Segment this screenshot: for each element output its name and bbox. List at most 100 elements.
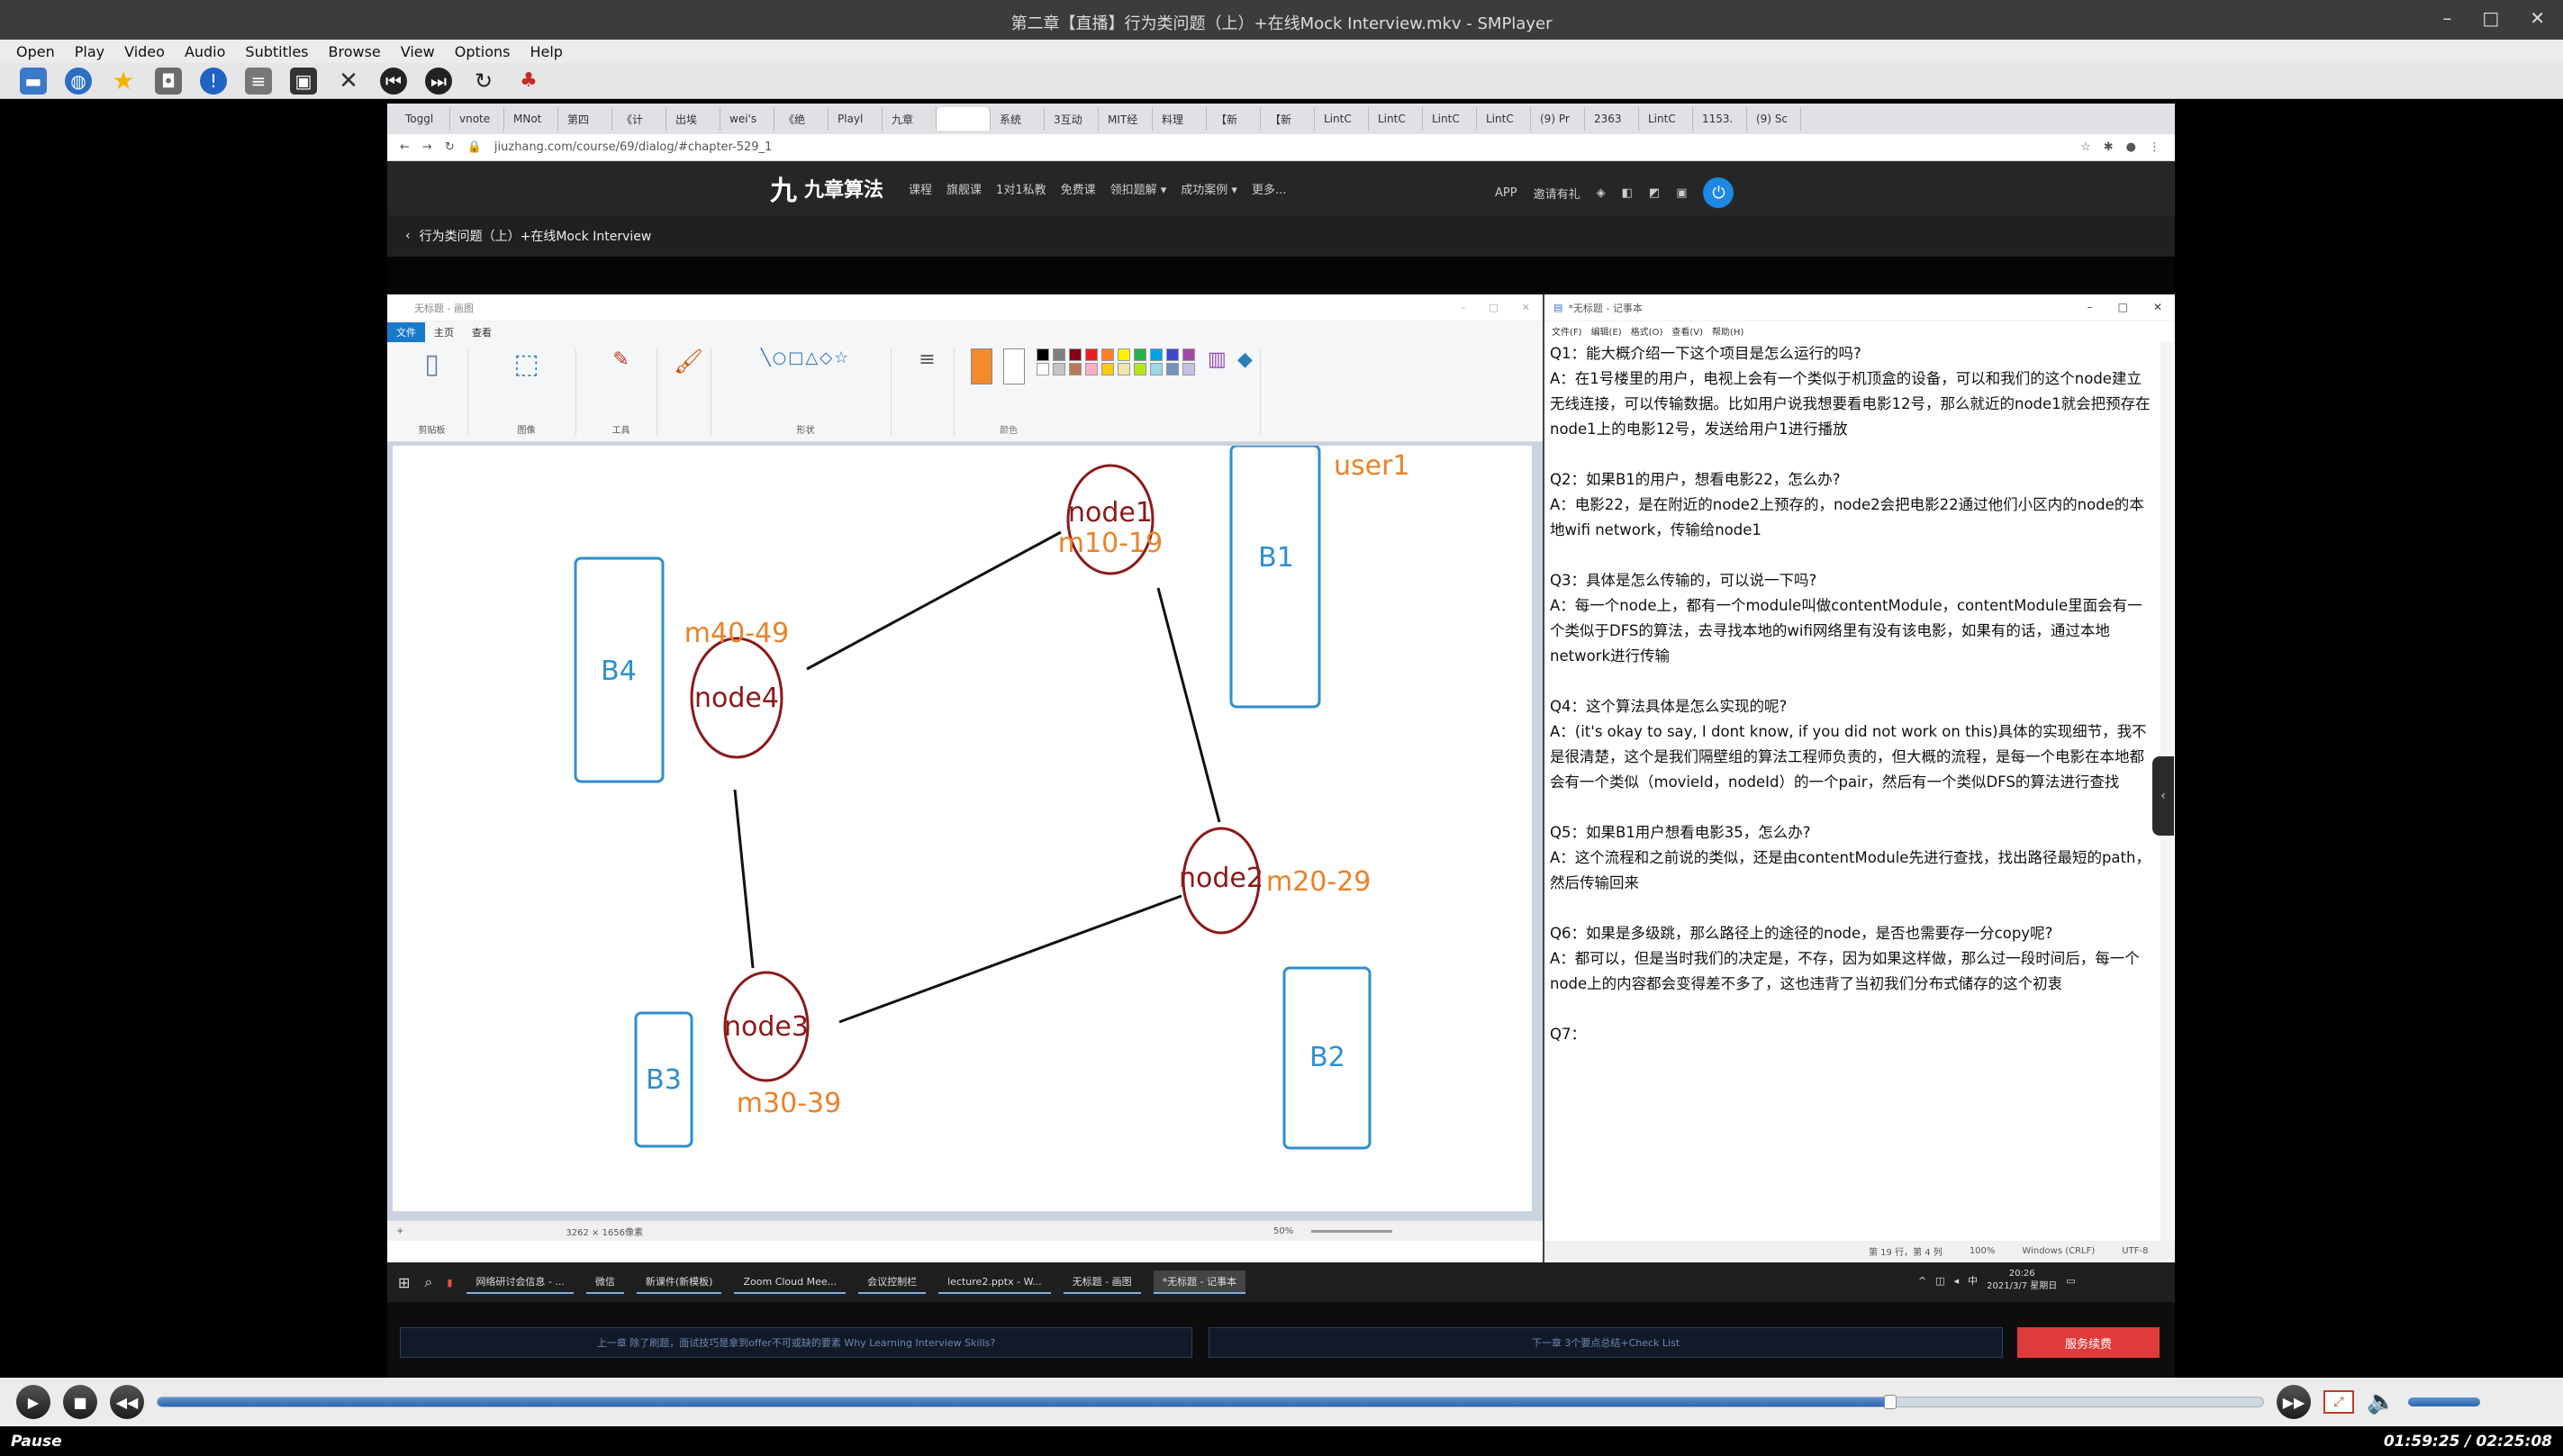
fullscreen-icon[interactable]: ⤢: [2323, 1390, 2354, 1414]
browser-tab[interactable]: 【新: [1207, 107, 1261, 131]
notepad-menu-item[interactable]: 文件(F): [1552, 324, 1582, 338]
browser-tab[interactable]: (9) Pr: [1531, 107, 1585, 131]
palette-swatch[interactable]: [1100, 348, 1114, 361]
menu-options[interactable]: Options: [455, 43, 511, 60]
palette-swatch[interactable]: [1133, 363, 1146, 375]
palette-swatch[interactable]: [1149, 363, 1163, 375]
minimize-icon[interactable]: –: [2088, 301, 2093, 313]
palette-swatch[interactable]: [1133, 348, 1146, 361]
extension-icon[interactable]: ✱: [2104, 140, 2114, 154]
browser-tab[interactable]: 出埃: [666, 107, 720, 131]
tab-file[interactable]: 文件: [387, 322, 425, 342]
preferences-icon[interactable]: ▣: [290, 67, 317, 95]
palette-swatch[interactable]: [1182, 348, 1195, 361]
taskbar-app[interactable]: 微信: [585, 1271, 624, 1294]
browser-tab[interactable]: LintC: [1423, 107, 1477, 131]
taskbar-app[interactable]: 新课件(新模板): [636, 1271, 722, 1294]
browser-tab[interactable]: 【新: [1261, 107, 1315, 131]
taskbar-clock[interactable]: 20:26 2021/3/7 星期日: [1987, 1268, 2057, 1293]
taskbar-app[interactable]: lecture2.pptx - W...: [938, 1271, 1051, 1294]
close-icon[interactable]: ✕: [2153, 301, 2162, 313]
close-icon[interactable]: ✕: [2530, 7, 2545, 29]
power-icon[interactable]: ⏻: [1703, 177, 1734, 208]
browser-tab[interactable]: (9) Sc: [1747, 107, 1801, 131]
globe-icon[interactable]: ◍: [65, 67, 92, 95]
open-folder-icon[interactable]: ▬: [20, 67, 47, 95]
taskbar-app[interactable]: 网络研讨会信息 - ...: [466, 1271, 574, 1294]
notepad-menu-item[interactable]: 查看(V): [1671, 324, 1703, 338]
paint3d-icon[interactable]: ◆: [1237, 348, 1253, 371]
menu-view[interactable]: View: [401, 43, 435, 60]
seek-bar[interactable]: [157, 1395, 2264, 1409]
tab-view[interactable]: 查看: [463, 322, 501, 342]
maximize-icon[interactable]: □: [2118, 301, 2128, 313]
notepad-menu-item[interactable]: 编辑(E): [1591, 324, 1622, 338]
minimize-icon[interactable]: –: [2442, 7, 2451, 29]
palette-swatch[interactable]: [1084, 348, 1098, 361]
next-chapter-button[interactable]: 下一章 3个要点总结+Check List: [1209, 1327, 2003, 1358]
browser-tab[interactable]: LintC: [1639, 107, 1693, 131]
notepad-menu-item[interactable]: 格式(O): [1631, 324, 1663, 338]
browser-tab[interactable]: Toggl: [396, 107, 450, 131]
palette-swatch[interactable]: [1149, 348, 1163, 361]
site-logo[interactable]: 九 九章算法: [770, 168, 883, 208]
forward-icon[interactable]: →: [422, 140, 432, 154]
palette-swatch[interactable]: [1117, 363, 1130, 375]
minimize-icon[interactable]: –: [1461, 302, 1466, 313]
browser-tab[interactable]: MNot: [504, 107, 558, 131]
back-chevron-icon[interactable]: ‹: [405, 229, 411, 243]
notification-icon[interactable]: ◈: [1597, 186, 1606, 200]
menu-help[interactable]: Help: [530, 43, 562, 60]
taskbar-app[interactable]: 无标题 - 画图: [1063, 1271, 1141, 1294]
volume-slider[interactable]: [2408, 1397, 2481, 1406]
browser-tab[interactable]: 《绝: [774, 107, 829, 131]
info-icon[interactable]: !: [200, 67, 227, 95]
paste-icon[interactable]: ▯: [424, 348, 439, 380]
browser-tab[interactable]: [937, 107, 991, 131]
reload-icon[interactable]: ↻: [445, 140, 455, 154]
bookmark-star-icon[interactable]: ☆: [2080, 140, 2091, 154]
taskbar-app-red-icon[interactable]: ▮: [447, 1277, 452, 1289]
service-renew-button[interactable]: 服务续费: [2017, 1327, 2160, 1358]
select-icon[interactable]: ⬚: [513, 348, 539, 380]
shapes-icon[interactable]: ╲○□△◇☆: [761, 348, 850, 367]
pencil-icon[interactable]: ✎: [612, 348, 629, 371]
back-icon[interactable]: ←: [400, 140, 410, 154]
volume-speaker-icon[interactable]: 🔈: [2367, 1388, 2395, 1415]
invite-link[interactable]: 邀请有礼: [1534, 185, 1580, 202]
browser-tab[interactable]: Playl: [829, 107, 883, 131]
playlist-icon[interactable]: ≡: [245, 67, 272, 95]
volume-icon[interactable]: ◂: [1954, 1275, 1960, 1287]
url-text[interactable]: jiuzhang.com/course/69/dialog/#chapter-5…: [494, 140, 772, 154]
palette-swatch[interactable]: [1117, 348, 1130, 361]
next-icon[interactable]: ⏭: [425, 67, 452, 95]
tools-icon[interactable]: ✕: [335, 68, 362, 95]
maximize-icon[interactable]: □: [2482, 7, 2499, 29]
favorites-star-icon[interactable]: ★: [110, 66, 137, 95]
palette-swatch[interactable]: [1036, 363, 1049, 375]
site-nav-item[interactable]: 成功案例 ▾: [1181, 180, 1237, 197]
menu-play[interactable]: Play: [75, 43, 104, 60]
seek-handle[interactable]: [1884, 1395, 1897, 1409]
close-icon[interactable]: ✕: [1522, 302, 1530, 313]
notification-center-icon[interactable]: ▭: [2066, 1275, 2075, 1287]
add-icon[interactable]: +: [396, 1226, 403, 1236]
paint-canvas[interactable]: node1 node2 node3 node4 m10-19 m20-29 m3…: [393, 444, 1532, 1211]
site-nav-item[interactable]: 免费课: [1061, 180, 1096, 197]
size-button[interactable]: ≡: [901, 348, 955, 436]
palette-swatch[interactable]: [1052, 363, 1065, 375]
site-nav-item[interactable]: 旗舰课: [946, 180, 982, 197]
scan-icon[interactable]: ▣: [1676, 186, 1687, 200]
screenshot-icon[interactable]: ◘: [155, 67, 182, 95]
taskbar-app[interactable]: 会议控制栏: [858, 1271, 927, 1294]
palette-swatch[interactable]: [1084, 363, 1098, 375]
palette-swatch[interactable]: [1182, 363, 1195, 375]
windows-start-icon[interactable]: ⊞: [398, 1274, 410, 1291]
browser-tab[interactable]: 九章: [883, 107, 937, 131]
browser-tab[interactable]: LintC: [1369, 107, 1423, 131]
browser-tab[interactable]: 3互动: [1045, 107, 1099, 131]
browser-tab[interactable]: 第四: [558, 107, 612, 131]
forward-icon[interactable]: ▶▶: [2277, 1385, 2311, 1419]
palette-swatch[interactable]: [1165, 348, 1179, 361]
browser-tab[interactable]: vnote: [450, 107, 504, 131]
